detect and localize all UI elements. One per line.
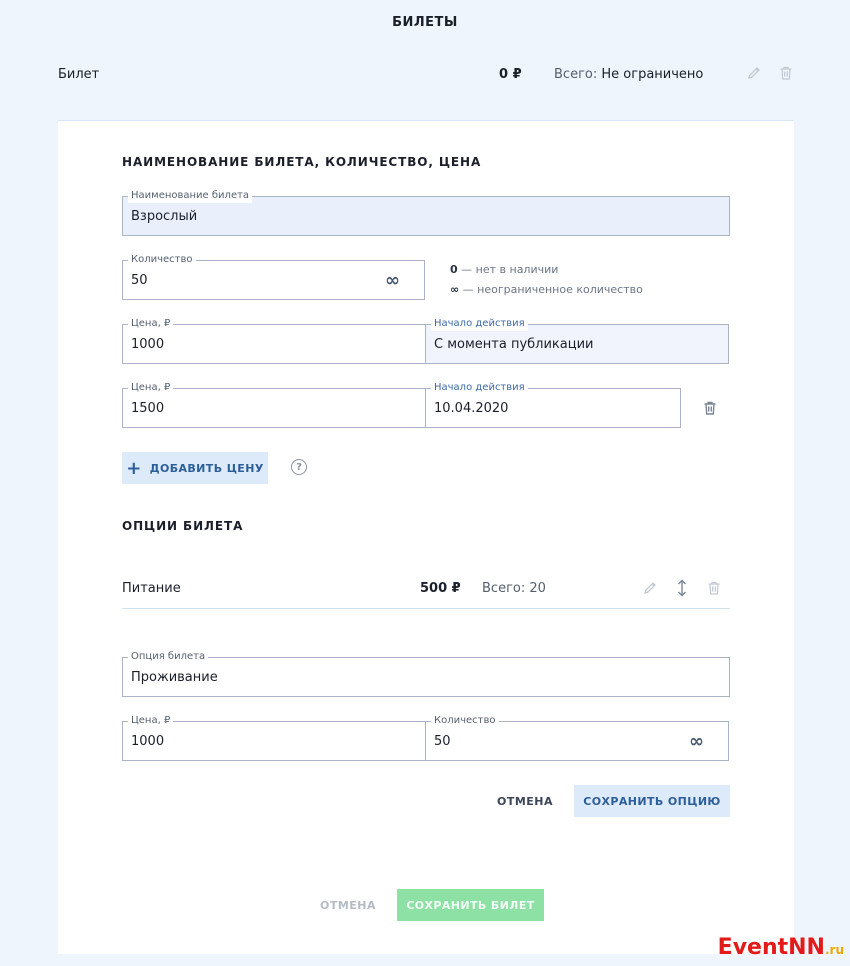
options-section-title: ОПЦИИ БИЛЕТА: [122, 519, 244, 533]
ticket-total-value: Не ограничено: [601, 67, 704, 82]
start-label-1: Начало действия: [431, 317, 528, 331]
infinity-icon[interactable]: ∞: [385, 272, 400, 290]
trash-icon[interactable]: [700, 398, 720, 418]
cancel-ticket-button[interactable]: ОТМЕНА: [313, 890, 383, 920]
option-quantity-value: 50: [434, 734, 451, 749]
price-label-1: Цена, ₽: [128, 317, 174, 331]
ticket-name: Билет: [58, 67, 100, 82]
option-name-value: Проживание: [131, 670, 218, 685]
trash-icon[interactable]: [704, 578, 724, 598]
start-value-2: 10.04.2020: [434, 401, 509, 416]
trash-icon[interactable]: [776, 63, 796, 83]
add-price-label: ДОБАВИТЬ ЦЕНУ: [149, 461, 264, 475]
pencil-icon[interactable]: [744, 63, 764, 83]
add-price-button[interactable]: + ДОБАВИТЬ ЦЕНУ: [122, 452, 268, 484]
start-field-2[interactable]: Начало действия 10.04.2020: [425, 381, 681, 428]
infinity-icon[interactable]: ∞: [689, 733, 704, 751]
option-name-label: Опция билета: [128, 650, 209, 664]
page-title: БИЛЕТЫ: [392, 15, 458, 30]
ticket-total-label: Всего:: [554, 67, 598, 82]
price-value-1: 1000: [131, 337, 165, 352]
ticket-name-field[interactable]: Наименование билета Взрослый: [122, 189, 730, 236]
quantity-value: 50: [131, 273, 148, 288]
price-value-2: 1500: [131, 401, 165, 416]
hint-infinity-text: — неограниченное количество: [462, 283, 643, 296]
save-option-button[interactable]: СОХРАНИТЬ ОПЦИЮ: [574, 785, 730, 817]
start-field-1[interactable]: Начало действия С момента публикации: [425, 317, 729, 364]
watermark-main: EventNN: [717, 935, 825, 960]
start-label-2: Начало действия: [431, 381, 528, 395]
pencil-icon[interactable]: [640, 578, 660, 598]
help-icon[interactable]: ?: [291, 459, 307, 475]
ticket-name-label: Наименование билета: [128, 189, 253, 203]
price-field-2[interactable]: Цена, ₽ 1500: [122, 381, 426, 428]
hint-zero-key: 0: [450, 263, 458, 276]
price-field-1[interactable]: Цена, ₽ 1000: [122, 317, 426, 364]
ticket-edit-card: [58, 120, 794, 954]
quantity-label: Количество: [128, 253, 196, 267]
option-name-field[interactable]: Опция билета Проживание: [122, 650, 730, 697]
watermark-suffix: .ru: [824, 943, 844, 957]
option-row-name: Питание: [122, 581, 181, 596]
price-label-2: Цена, ₽: [128, 381, 174, 395]
ticket-price: 0 ₽: [499, 67, 522, 82]
hint-zero: 0 — нет в наличии: [450, 263, 558, 276]
hint-infinity: ∞ — неограниченное количество: [450, 283, 643, 296]
option-price-label: Цена, ₽: [128, 714, 174, 728]
quantity-field[interactable]: Количество 50 ∞: [122, 253, 425, 300]
watermark-logo: EventNN.ru: [718, 935, 844, 960]
hint-zero-text: — нет в наличии: [461, 263, 559, 276]
option-quantity-label: Количество: [431, 714, 499, 728]
option-row-price: 500 ₽: [420, 581, 461, 596]
ticket-name-value: Взрослый: [131, 209, 198, 224]
option-price-field[interactable]: Цена, ₽ 1000: [122, 714, 426, 761]
start-value-1: С момента публикации: [434, 337, 594, 352]
ticket-total: Всего: Не ограничено: [554, 67, 703, 82]
option-quantity-field[interactable]: Количество 50 ∞: [425, 714, 729, 761]
save-ticket-button[interactable]: СОХРАНИТЬ БИЛЕТ: [397, 889, 544, 921]
hint-infinity-key: ∞: [450, 283, 460, 296]
option-price-value: 1000: [131, 734, 165, 749]
cancel-option-button[interactable]: ОТМЕНА: [490, 786, 560, 816]
option-row-divider: [122, 608, 730, 609]
option-row-total: Всего: 20: [482, 581, 546, 596]
ticket-section-title: НАИМЕНОВАНИЕ БИЛЕТА, КОЛИЧЕСТВО, ЦЕНА: [122, 155, 482, 169]
plus-icon: +: [126, 457, 142, 479]
sort-arrows-icon[interactable]: [672, 578, 692, 598]
